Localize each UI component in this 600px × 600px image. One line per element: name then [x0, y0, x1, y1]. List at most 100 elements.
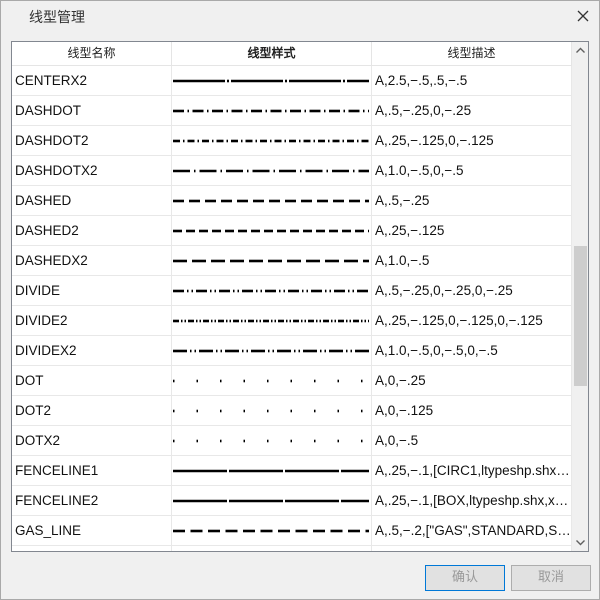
table-row[interactable]: DIVIDEX2 A,1.0,−.5,0,−.5,0,−.5: [12, 336, 572, 366]
table-row[interactable]: DASHDOT A,.5,−.25,0,−.25: [12, 96, 572, 126]
linetype-desc: A,1.0,−.5: [372, 246, 572, 276]
linetype-style: [172, 396, 372, 426]
line-pattern-preview: [173, 289, 368, 293]
linetype-name: GAS_LINE: [12, 516, 172, 546]
scroll-thumb[interactable]: [574, 246, 587, 386]
linetype-style: [172, 366, 372, 396]
confirm-button[interactable]: 确认: [425, 565, 505, 591]
vertical-scrollbar[interactable]: [572, 42, 588, 551]
header-desc[interactable]: 线型描述: [372, 42, 572, 66]
linetype-name: DASHED: [12, 186, 172, 216]
linetype-style: [172, 96, 372, 126]
linetype-manager-dialog: 线型管理 线型名称 线型样式 线型描述 CENTERX2 A,2.5,−.5,.5…: [0, 0, 600, 600]
line-pattern-preview: [172, 546, 372, 552]
linetype-name: DASHDOT: [12, 96, 172, 126]
linetype-name: DIVIDE2: [12, 306, 172, 336]
linetype-name: DASHEDX2: [12, 246, 172, 276]
linetype-name: DASHDOT2: [12, 126, 172, 156]
linetype-desc: A,.25,−.125,0,−.125,0,−.125: [372, 306, 572, 336]
line-pattern-preview: [173, 109, 369, 113]
linetype-style: [172, 156, 372, 186]
table-row[interactable]: DASHED A,.5,−.25: [12, 186, 572, 216]
linetype-name: DASHDOTX2: [12, 156, 172, 186]
table-row[interactable]: DIVIDE2 A,.25,−.125,0,−.125,0,−.125: [12, 306, 572, 336]
linetype-style: [172, 276, 372, 306]
line-pattern-preview: [173, 139, 369, 143]
table-row[interactable]: DASHEDX2 A,1.0,−.5: [12, 246, 572, 276]
line-pattern-preview: [173, 319, 369, 323]
linetype-name: FENCELINE2: [12, 486, 172, 516]
linetype-style: [172, 246, 372, 276]
table-body: CENTERX2 A,2.5,−.5,.5,−.5 DASHDOT A,.5,−.25…: [12, 66, 572, 552]
line-pattern-preview: [173, 439, 363, 443]
scroll-up-button[interactable]: [572, 42, 588, 59]
line-pattern-preview: [173, 259, 369, 263]
header-name[interactable]: 线型名称: [12, 42, 172, 66]
linetype-desc: A,.5,−.25,0,−.25: [372, 96, 572, 126]
cancel-button[interactable]: 取消: [511, 565, 591, 591]
line-pattern-preview: [173, 199, 369, 203]
line-pattern-preview: [173, 229, 369, 233]
table-row[interactable]: DASHDOT2 A,.25,−.125,0,−.125: [12, 126, 572, 156]
linetype-desc: A,.5,−.25: [372, 186, 572, 216]
table-row[interactable]: GAS_LINE A,.5,−.2,["GAS",STANDARD,S=.1,R=…: [12, 516, 572, 546]
line-pattern-preview: [173, 169, 369, 173]
scroll-down-button[interactable]: [572, 534, 588, 551]
linetype-name: DIVIDEX2: [12, 336, 172, 366]
linetype-name: FENCELINE1: [12, 456, 172, 486]
close-button[interactable]: [571, 4, 595, 28]
linetype-style: [172, 66, 372, 96]
chevron-down-icon: [576, 540, 585, 546]
table-row[interactable]: FENCELINE2 A,.25,−.1,[BOX,ltypeshp.shx,x=…: [12, 486, 572, 516]
linetype-desc: A,1.0,−.5,0,−.5,0,−.5: [372, 336, 572, 366]
line-pattern-preview: [173, 349, 369, 353]
linetype-name: DIVIDE: [12, 276, 172, 306]
table-row[interactable]: DASHED2 A,.25,−.125: [12, 216, 572, 246]
line-pattern-preview: [173, 499, 369, 503]
linetype-desc: A,1.0,−.5,0,−.5: [372, 156, 572, 186]
linetype-style: [172, 126, 372, 156]
table-row[interactable]: FENCELINE1 A,.25,−.1,[CIRC1,ltypeshp.shx,…: [12, 456, 572, 486]
table-row[interactable]: [12, 546, 572, 552]
linetype-desc: A,.25,−.125,0,−.125: [372, 126, 572, 156]
chevron-up-icon: [576, 47, 585, 53]
linetype-style: [172, 216, 372, 246]
linetype-desc: A,.25,−.125: [372, 216, 572, 246]
window-title: 线型管理: [29, 10, 85, 26]
linetype-desc: A,0,−.25: [372, 366, 572, 396]
line-pattern-preview: [173, 79, 369, 83]
linetype-style: [172, 456, 372, 486]
linetype-style: [172, 516, 372, 546]
linetype-desc: A,.5,−.25,0,−.25,0,−.25: [372, 276, 572, 306]
table-row[interactable]: DOT2 A,0,−.125: [12, 396, 572, 426]
header-style[interactable]: 线型样式: [172, 42, 372, 66]
linetype-name: DOT: [12, 366, 172, 396]
linetype-table: 线型名称 线型样式 线型描述 CENTERX2 A,2.5,−.5,.5,−.5 D…: [11, 41, 589, 552]
table-row[interactable]: CENTERX2 A,2.5,−.5,.5,−.5: [12, 66, 572, 96]
line-pattern-preview: [173, 469, 369, 473]
line-pattern-preview: [173, 379, 363, 383]
linetype-desc: A,0,−.125: [372, 396, 572, 426]
linetype-name: [12, 546, 172, 551]
linetype-desc: A,0,−.5: [372, 426, 572, 456]
table-row[interactable]: DASHDOTX2 A,1.0,−.5,0,−.5: [12, 156, 572, 186]
linetype-desc: [372, 546, 572, 551]
line-pattern-preview: [173, 409, 363, 413]
line-pattern-preview: [173, 529, 369, 533]
table-row[interactable]: DOTX2 A,0,−.5: [12, 426, 572, 456]
linetype-desc: A,.25,−.1,[CIRC1,ltypeshp.shx,x=−.1,s=.1…: [372, 456, 572, 486]
linetype-desc: A,2.5,−.5,.5,−.5: [372, 66, 572, 96]
linetype-style: [172, 426, 372, 456]
linetype-name: CENTERX2: [12, 66, 172, 96]
table-row[interactable]: DIVIDE A,.5,−.25,0,−.25,0,−.25: [12, 276, 572, 306]
table-header: 线型名称 线型样式 线型描述: [12, 42, 572, 66]
titlebar: 线型管理: [1, 1, 599, 31]
linetype-style: [172, 546, 372, 552]
linetype-desc: A,.25,−.1,[BOX,ltypeshp.shx,x=−.1,s=.1],…: [372, 486, 572, 516]
linetype-style: [172, 486, 372, 516]
table-row[interactable]: DOT A,0,−.25: [12, 366, 572, 396]
linetype-desc: A,.5,−.2,["GAS",STANDARD,S=.1,R=0.0,X=−0…: [372, 516, 572, 546]
linetype-name: DOT2: [12, 396, 172, 426]
close-icon: [577, 10, 589, 22]
linetype-style: [172, 336, 372, 366]
